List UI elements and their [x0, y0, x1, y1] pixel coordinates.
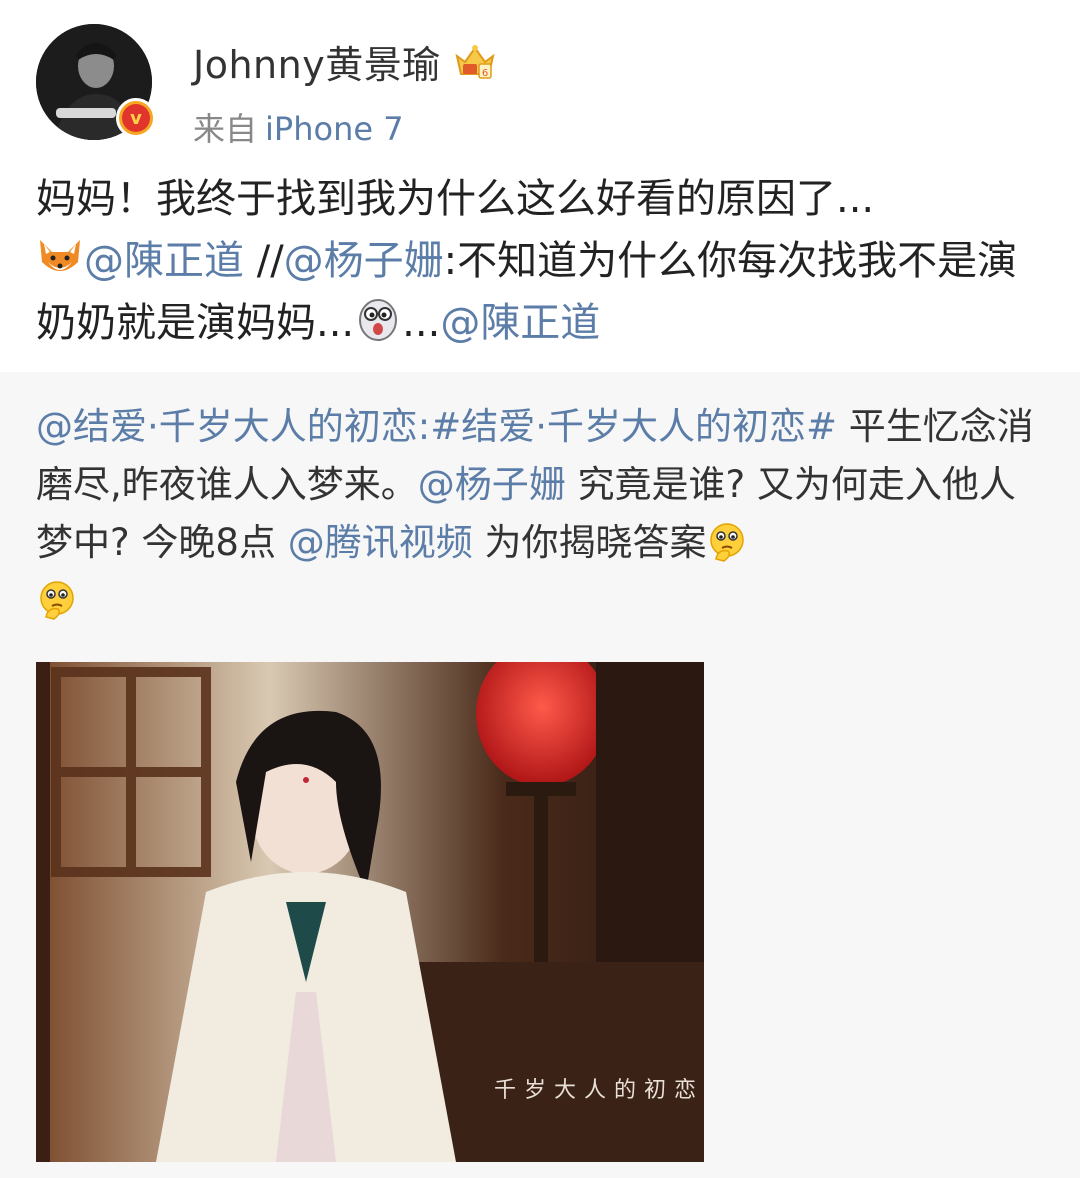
post-source: 来自 iPhone 7 [193, 104, 404, 150]
username[interactable]: Johnny黄景瑜 [193, 34, 441, 89]
repost-text-3: 为你揭晓答案 [472, 521, 707, 564]
source-prefix: 来自 [193, 110, 258, 148]
repost-separator: // [244, 238, 284, 284]
repost-card[interactable]: @结爱·千岁大人的初恋:#结爱·千岁大人的初恋# 平生忆念消磨尽,昨夜谁人入梦来… [0, 372, 1080, 1178]
ellipsis: ... [402, 300, 441, 346]
mention-link[interactable]: @杨子姗 [284, 238, 444, 284]
thinking-emoji-icon [710, 523, 745, 562]
vip-crown-icon[interactable]: 6 [453, 40, 497, 84]
shocked-emoji-icon [359, 299, 398, 341]
mention-link[interactable]: @杨子姗 [418, 463, 566, 506]
thinking-emoji-icon [40, 581, 74, 620]
avatar[interactable]: v [36, 24, 156, 140]
svg-text:6: 6 [482, 68, 488, 79]
mention-link[interactable]: @陳正道 [440, 300, 600, 346]
post-body: 妈妈！我终于找到我为什么这么好看的原因了... @陳正道 //@杨子姗:不知道为… [0, 168, 1080, 354]
repost-author-mention[interactable]: @结爱·千岁大人的初恋 [36, 405, 418, 448]
image-caption: 千岁大人的初恋 [493, 1078, 704, 1103]
verified-badge-icon: v [116, 98, 156, 138]
username-row: Johnny黄景瑜 6 [193, 34, 497, 89]
mention-link[interactable]: @陳正道 [84, 238, 244, 284]
source-device[interactable]: iPhone 7 [265, 110, 404, 148]
hashtag-link[interactable]: :#结爱·千岁大人的初恋# [418, 405, 837, 448]
repost-body: @结爱·千岁大人的初恋:#结爱·千岁大人的初恋# 平生忆念消磨尽,昨夜谁人入梦来… [0, 372, 1080, 630]
repost-photo[interactable]: 千岁大人的初恋 [36, 662, 704, 1162]
post-header: v Johnny黄景瑜 6 来自 iPhone 7 [0, 0, 1080, 150]
post-line1: 妈妈！我终于找到我为什么这么好看的原因了... [36, 176, 875, 222]
mention-link[interactable]: @腾讯视频 [288, 521, 473, 564]
fox-emoji-icon [40, 240, 80, 271]
